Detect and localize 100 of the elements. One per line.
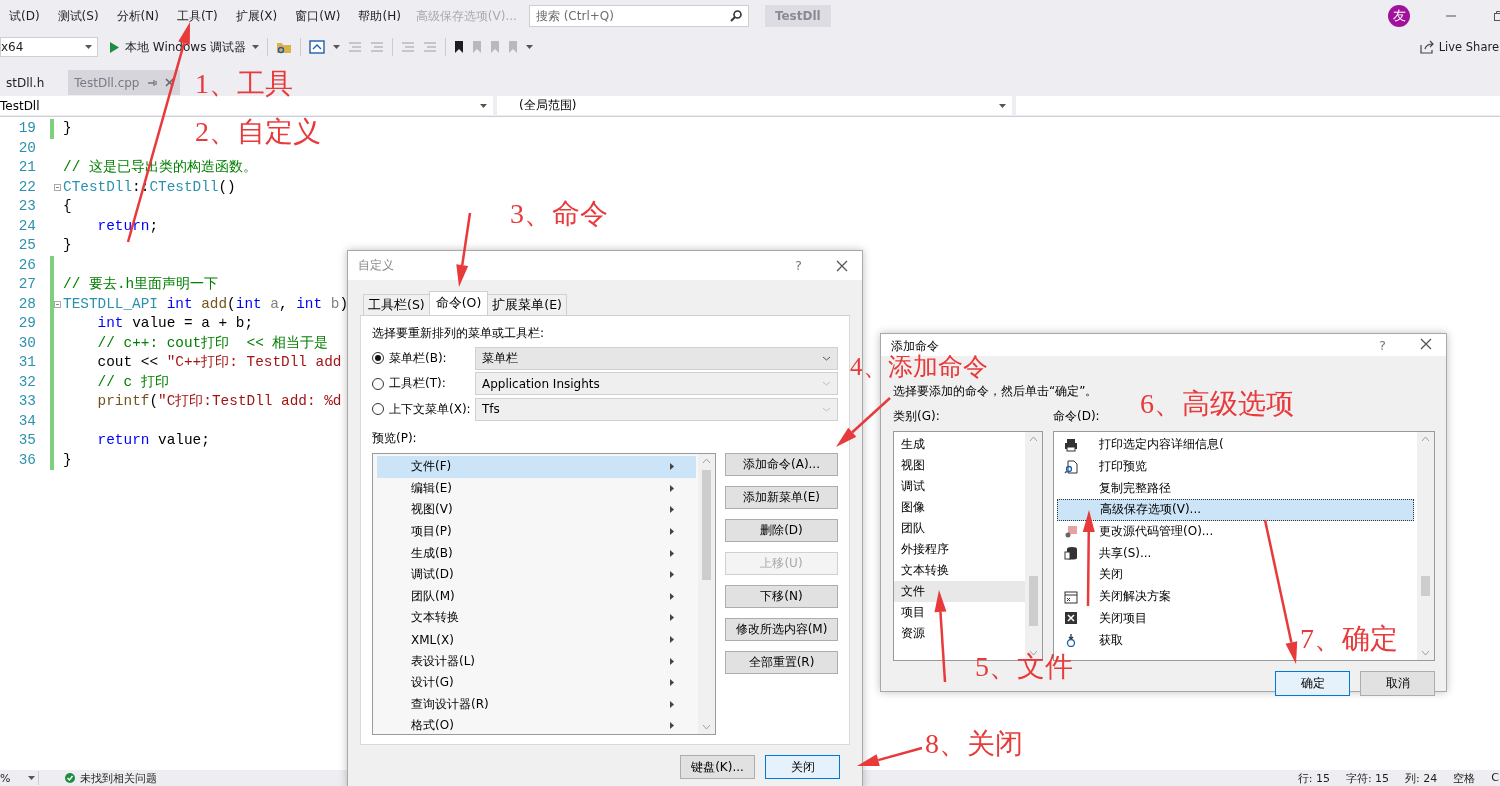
- scrollbar-thumb[interactable]: [1421, 576, 1430, 596]
- scope-dropdown[interactable]: (全局范围): [497, 96, 1012, 115]
- command-item[interactable]: 关闭解决方案: [1099, 588, 1171, 606]
- avatar[interactable]: 友: [1388, 5, 1410, 27]
- menu-list-item[interactable]: 查询设计器(R): [377, 693, 696, 716]
- menu-item[interactable]: 工具(T): [167, 4, 227, 28]
- live-share-button[interactable]: Live Share: [1419, 40, 1499, 54]
- command-item[interactable]: 关闭项目: [1099, 609, 1147, 627]
- help-button[interactable]: ?: [795, 258, 802, 273]
- annotation-text: 8、关闭: [925, 730, 1023, 758]
- minimize-icon[interactable]: [1446, 15, 1456, 17]
- dialog-button[interactable]: 键盘(K)...: [680, 755, 755, 779]
- menu-list-item[interactable]: 表设计器(L): [377, 650, 696, 672]
- scrollbar[interactable]: [1417, 432, 1434, 660]
- scrollbar-thumb[interactable]: [1029, 576, 1038, 626]
- command-item[interactable]: 更改源代码管理(O)...: [1099, 523, 1214, 541]
- command-item[interactable]: 获取: [1099, 631, 1123, 649]
- command-item[interactable]: 复制完整路径: [1099, 479, 1171, 497]
- dialog-tab[interactable]: 命令(O): [428, 291, 489, 315]
- search-icon: [729, 10, 742, 22]
- command-item[interactable]: 打印选定内容详细信息(: [1099, 436, 1224, 454]
- code-line: // c++: cout打印 << 相当于是: [96, 333, 329, 353]
- list-icon[interactable]: [348, 41, 363, 53]
- menu-list-item[interactable]: 视图(V): [377, 499, 696, 521]
- menu-list-item[interactable]: 调试(D): [377, 563, 696, 586]
- dialog-tab[interactable]: 扩展菜单(E): [487, 294, 567, 315]
- menu-item[interactable]: 窗口(W): [286, 4, 350, 28]
- bookmark-icon[interactable]: [454, 41, 465, 53]
- submenu-arrow-icon: [670, 657, 674, 665]
- scrollbar-thumb[interactable]: [702, 470, 711, 580]
- preview-list[interactable]: 文件(F) 编辑(E) 视图(V) 项目(P) 生成(B) 调试(D) 团队(M) 文本转换 XML(X) 表设计器(L) 设计(G) 查询设计器(R) 格式(O): [372, 453, 716, 735]
- menu-item[interactable]: 扩展(X): [226, 4, 287, 28]
- menu-list-item[interactable]: 设计(G): [377, 671, 696, 694]
- menu-list-item[interactable]: 文本转换: [377, 607, 696, 629]
- menu-list-item[interactable]: 生成(B): [377, 542, 696, 564]
- window-icon[interactable]: [309, 40, 326, 54]
- menu-item[interactable]: 帮助(H): [349, 4, 410, 28]
- line-number: 36: [17, 450, 36, 470]
- dialog-button[interactable]: 关闭: [765, 755, 840, 779]
- list-icon[interactable]: [401, 41, 416, 53]
- pin-icon[interactable]: [147, 77, 158, 88]
- close-icon[interactable]: [1420, 338, 1432, 350]
- command-button[interactable]: 添加新菜单(E): [725, 486, 838, 509]
- command-item[interactable]: 共享(S)...: [1099, 544, 1152, 562]
- command-button[interactable]: 删除(D): [725, 519, 838, 542]
- category-item[interactable]: 文本转换: [894, 560, 1025, 581]
- submenu-arrow-icon: [670, 463, 674, 471]
- command-button[interactable]: 下移(N): [725, 585, 838, 608]
- category-item[interactable]: 团队: [894, 518, 1025, 539]
- category-item[interactable]: 调试: [894, 476, 1025, 497]
- member-dropdown[interactable]: [1016, 96, 1500, 115]
- line-ending[interactable]: C: [1491, 770, 1499, 786]
- command-button[interactable]: 添加命令(A)...: [725, 453, 838, 476]
- category-item[interactable]: 图像: [894, 497, 1025, 518]
- search-field[interactable]: 搜索 (Ctrl+Q): [528, 5, 749, 27]
- list-icon[interactable]: [370, 41, 385, 53]
- category-item[interactable]: 文件: [894, 581, 1025, 602]
- close-icon[interactable]: [836, 259, 848, 272]
- dialog-tab[interactable]: 工具栏(S): [363, 294, 430, 315]
- command-button[interactable]: 全部重置(R): [725, 651, 838, 674]
- scrollbar[interactable]: [698, 454, 715, 734]
- line-number: 25: [17, 236, 36, 255]
- category-item[interactable]: 外接程序: [894, 539, 1025, 560]
- cursor-line: 行: 15: [1297, 770, 1330, 786]
- command-item[interactable]: 关闭: [1099, 566, 1123, 584]
- menu-list-item[interactable]: 编辑(E): [377, 477, 696, 500]
- menu-list-item[interactable]: 团队(M): [377, 585, 696, 608]
- zoom-dropdown[interactable]: %: [0, 771, 39, 785]
- menu-item[interactable]: 测试(S): [48, 4, 108, 28]
- collapse-icon[interactable]: [54, 300, 61, 308]
- dialog-button[interactable]: 确定: [1275, 671, 1350, 696]
- menu-item[interactable]: 试(D): [0, 4, 49, 28]
- command-button[interactable]: 修改所选内容(M): [725, 618, 838, 641]
- platform-dropdown[interactable]: x64: [0, 37, 98, 57]
- menu-list-item[interactable]: 文件(F): [377, 456, 696, 478]
- document-tab[interactable]: stDll.h: [0, 70, 51, 95]
- command-item[interactable]: 高级保存选项(V)...: [1100, 501, 1201, 519]
- menu-list-item[interactable]: 项目(P): [377, 520, 696, 543]
- radio-button[interactable]: [372, 352, 384, 365]
- project-dropdown[interactable]: TestDll: [0, 96, 493, 115]
- radio-label: 工具栏(T):: [389, 375, 446, 393]
- category-item[interactable]: 生成: [894, 434, 1025, 455]
- list-icon[interactable]: [423, 41, 438, 53]
- indent-mode[interactable]: 空格: [1453, 770, 1476, 786]
- category-item[interactable]: 视图: [894, 455, 1025, 476]
- folder-icon[interactable]: [276, 40, 293, 54]
- dialog-button[interactable]: 取消: [1360, 671, 1435, 696]
- line-number: 23: [17, 197, 36, 216]
- category-item[interactable]: 资源: [894, 623, 1025, 644]
- line-number: 27: [17, 275, 36, 294]
- issues-indicator[interactable]: 未找到相关问题: [65, 770, 157, 786]
- menu-item[interactable]: 分析(N): [107, 4, 168, 28]
- help-button[interactable]: ?: [1379, 338, 1386, 353]
- command-item[interactable]: 打印预览: [1099, 458, 1147, 476]
- category-item[interactable]: 项目: [894, 602, 1025, 623]
- target-dropdown[interactable]: 菜单栏: [475, 346, 838, 370]
- menu-list-item[interactable]: 格式(O): [377, 715, 696, 737]
- collapse-icon[interactable]: [54, 183, 61, 191]
- close-icon[interactable]: [165, 78, 175, 87]
- menu-list-item[interactable]: XML(X): [377, 628, 696, 651]
